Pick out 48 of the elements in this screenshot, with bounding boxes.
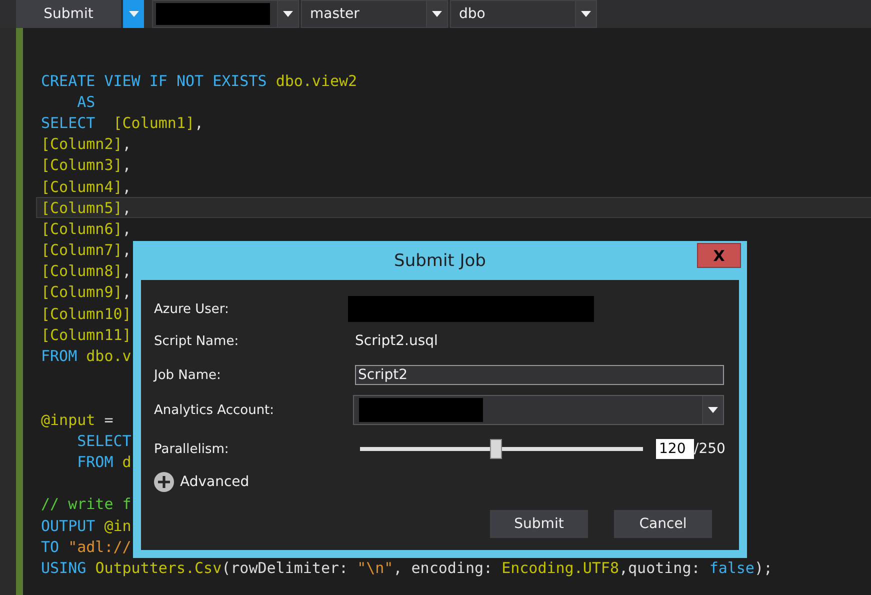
slider-thumb[interactable] <box>490 439 502 459</box>
field-label: Script Name: <box>154 334 240 348</box>
code-line: OUTPUT @in <box>41 516 132 535</box>
parallelism-max: /250 <box>694 441 726 457</box>
code-line: [Column5], <box>41 198 132 217</box>
code-line: FROM d <box>76 452 132 471</box>
code-line: [Column4], <box>41 178 132 196</box>
close-button[interactable]: X <box>697 243 741 268</box>
code-line: SELECT <box>76 432 132 450</box>
code-line: // write f <box>41 495 132 514</box>
code-line: @input = <box>41 410 114 429</box>
parallelism-slider[interactable] <box>360 439 643 459</box>
caret-icon <box>283 11 293 17</box>
code-line: USING Outputters.Csv(rowDelimiter: "\n", encoding: Encoding.UTF8,quoting: false); <box>41 558 773 577</box>
code-line: [Column3], <box>41 156 132 174</box>
dialog-button[interactable]: Submit <box>490 510 588 538</box>
code-line: [Column10] <box>41 304 132 323</box>
code-line: SELECT [Column1], <box>41 114 204 132</box>
parallelism-field[interactable]: 120 <box>656 439 694 459</box>
code-line: FROM dbo.v <box>41 347 132 366</box>
field-label: Parallelism: <box>154 442 230 456</box>
code-line: [Column2], <box>41 135 132 154</box>
code-line: [Column9], <box>41 283 132 302</box>
toolbar-dropdown[interactable]: dbo <box>450 0 597 28</box>
code-line: [Column11] <box>41 326 132 344</box>
code-line: [Column6], <box>41 220 132 238</box>
field-label: Azure User: <box>154 302 230 316</box>
code-line: [Column8], <box>41 262 132 280</box>
dialog-button[interactable]: Cancel <box>614 510 712 538</box>
caret-icon <box>432 11 442 17</box>
script-name-value: Script2.usql <box>355 333 438 349</box>
caret-icon <box>708 407 718 413</box>
submit-dropdown-button[interactable] <box>123 0 144 28</box>
dialog-title: Submit Job <box>394 250 486 270</box>
submit-button[interactable]: Submit <box>16 0 121 28</box>
code-line: TO "adl:// <box>41 538 132 556</box>
job-name-field[interactable]: Script2 <box>355 365 724 385</box>
code-line: CREATE VIEW IF NOT EXISTS dbo.view2 <box>41 72 358 90</box>
account-dropdown[interactable] <box>353 395 724 425</box>
caret-icon <box>128 11 138 17</box>
field-label: Analytics Account: <box>154 402 276 418</box>
caret-icon <box>581 11 591 17</box>
plus-circle-icon[interactable] <box>154 472 174 492</box>
code-line: AS <box>76 92 96 111</box>
toolbar-dropdown[interactable]: master <box>301 0 448 28</box>
advanced-toggle[interactable]: Advanced <box>180 474 250 490</box>
code-line: [Column7], <box>41 241 132 260</box>
field-label: Job Name: <box>154 368 222 382</box>
